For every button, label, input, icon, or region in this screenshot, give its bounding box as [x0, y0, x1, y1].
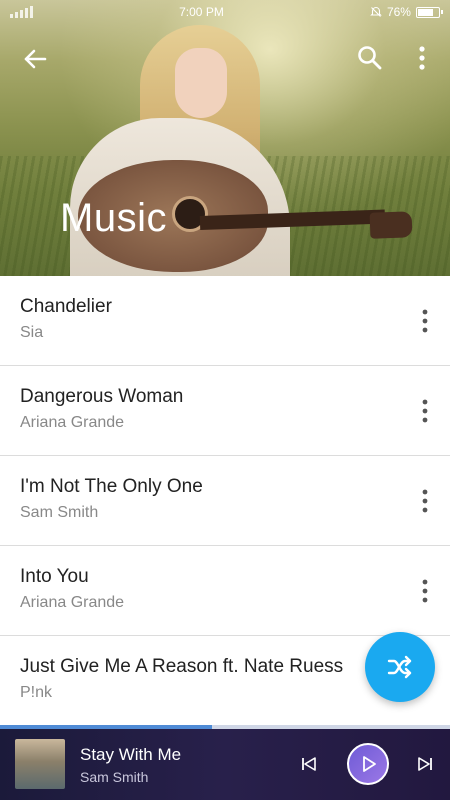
- song-list-item[interactable]: Chandelier Sia: [0, 276, 450, 366]
- song-list-item[interactable]: Into You Ariana Grande: [0, 546, 450, 636]
- header-hero: 7:00 PM 76% Music: [0, 0, 450, 276]
- hero-image-figure-face: [175, 48, 227, 118]
- song-artist: Sam Smith: [20, 504, 99, 521]
- battery-percent: 76%: [386, 5, 411, 19]
- now-playing-artist: Sam Smith: [80, 769, 149, 785]
- song-list-item[interactable]: I'm Not The Only One Sam Smith: [0, 456, 450, 546]
- skip-previous-icon[interactable]: [300, 755, 318, 773]
- more-vertical-icon[interactable]: [418, 488, 432, 514]
- song-artist: Ariana Grande: [20, 414, 125, 431]
- song-title: Into You: [20, 566, 89, 587]
- status-bar: 7:00 PM 76%: [0, 0, 450, 24]
- song-list-item[interactable]: Dangerous Woman Ariana Grande: [0, 366, 450, 456]
- more-vertical-icon[interactable]: [410, 44, 434, 72]
- more-vertical-icon[interactable]: [418, 398, 432, 424]
- alarm-off-icon: [370, 6, 382, 17]
- album-art[interactable]: [15, 739, 65, 789]
- now-playing-title: Stay With Me: [80, 745, 182, 764]
- page-title: Music: [60, 196, 167, 240]
- song-artist: Ariana Grande: [20, 594, 125, 611]
- search-icon[interactable]: [356, 44, 384, 72]
- signal-icon: [10, 6, 33, 18]
- status-time: 7:00 PM: [179, 5, 224, 19]
- more-vertical-icon[interactable]: [418, 308, 432, 334]
- shuffle-button[interactable]: [365, 632, 435, 702]
- shuffle-icon: [387, 655, 412, 679]
- play-icon: [363, 756, 376, 772]
- song-title: Dangerous Woman: [20, 386, 184, 407]
- play-button[interactable]: [347, 743, 389, 785]
- more-vertical-icon[interactable]: [418, 578, 432, 604]
- battery-icon: [415, 6, 443, 18]
- song-title: Chandelier: [20, 296, 112, 317]
- battery-fill: [417, 8, 433, 16]
- now-playing-bar[interactable]: Stay With Me Sam Smith: [0, 729, 450, 800]
- skip-next-icon[interactable]: [416, 755, 434, 773]
- song-title: I'm Not The Only One: [20, 476, 203, 497]
- arrow-left-icon[interactable]: [20, 44, 50, 74]
- song-artist: Sia: [20, 324, 44, 341]
- hero-image-guitar-head: [369, 211, 413, 239]
